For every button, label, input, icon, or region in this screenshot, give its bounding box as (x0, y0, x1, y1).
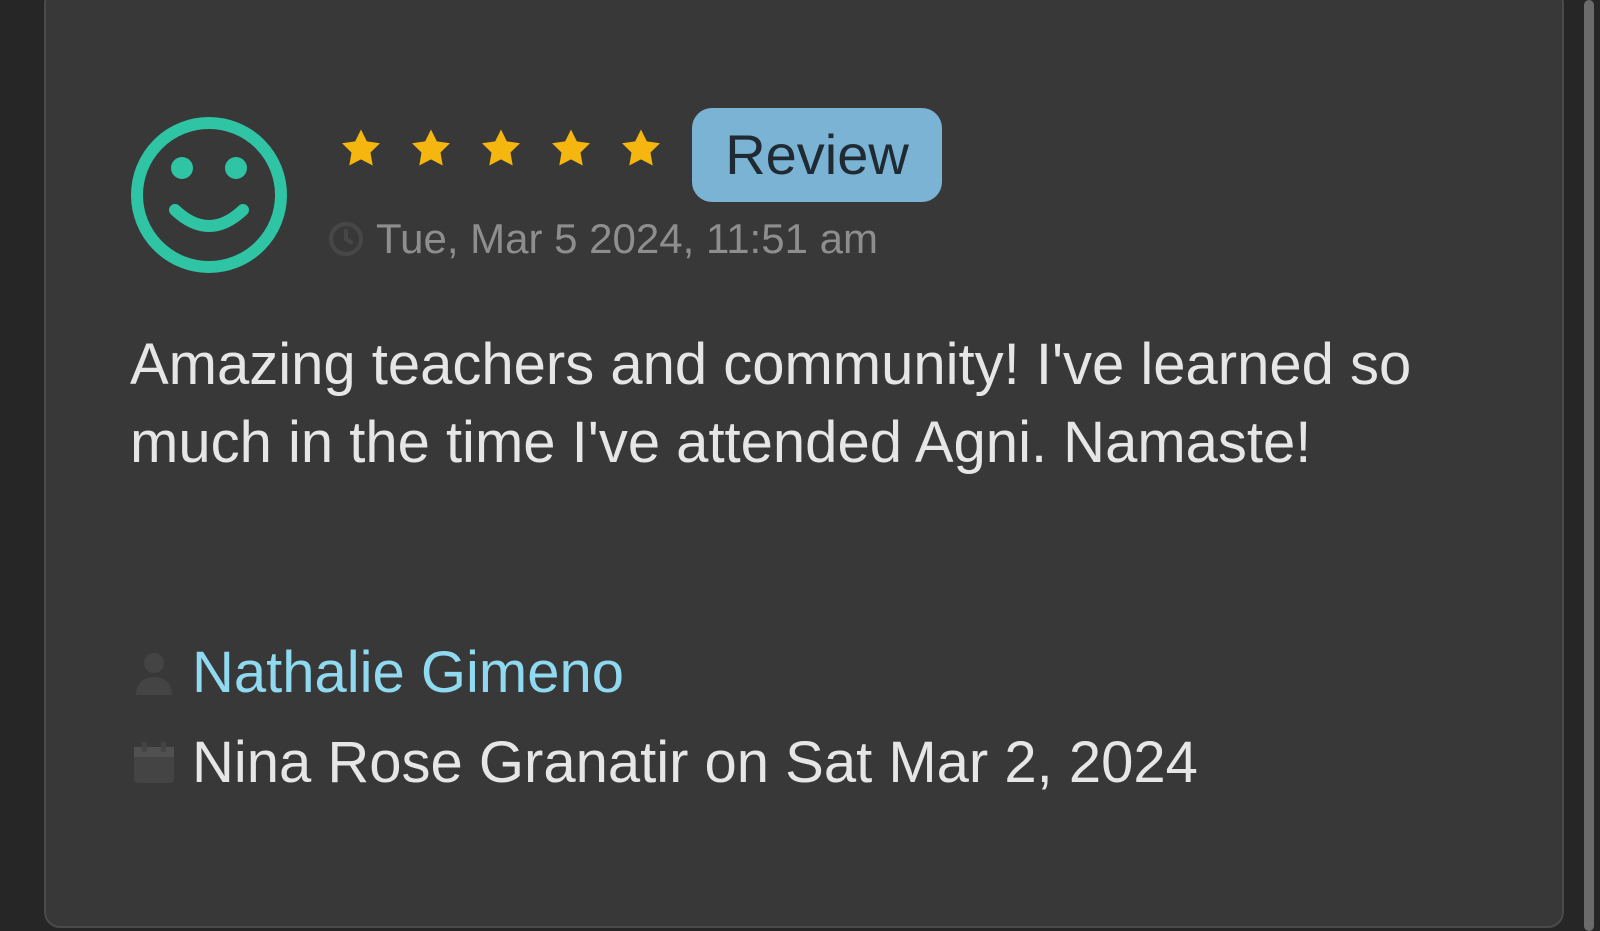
clock-icon (328, 221, 364, 257)
star-icon (342, 129, 380, 166)
author-row: Nathalie Gimeno (130, 638, 624, 708)
screen: Review Tue, Mar 5 2024, 11:51 am Amazing… (0, 0, 1600, 931)
timestamp-row: Tue, Mar 5 2024, 11:51 am (326, 214, 878, 264)
star-icon (552, 129, 590, 166)
class-meta: Nina Rose Granatir on Sat Mar 2, 2024 (192, 730, 1198, 795)
review-body: Amazing teachers and community! I've lea… (130, 332, 1412, 475)
meta-row: Nina Rose Granatir on Sat Mar 2, 2024 (130, 728, 1198, 798)
star-icon (622, 129, 660, 166)
star-rating (338, 126, 664, 172)
star-icon (482, 129, 520, 166)
calendar-icon (134, 742, 174, 783)
scrollbar[interactable] (1584, 0, 1594, 931)
star-icon (412, 129, 450, 166)
smiley-face-icon (128, 114, 290, 276)
review-badge[interactable]: Review (692, 108, 942, 202)
author-link[interactable]: Nathalie Gimeno (192, 638, 624, 708)
person-icon (136, 653, 172, 695)
review-timestamp: Tue, Mar 5 2024, 11:51 am (376, 215, 878, 262)
